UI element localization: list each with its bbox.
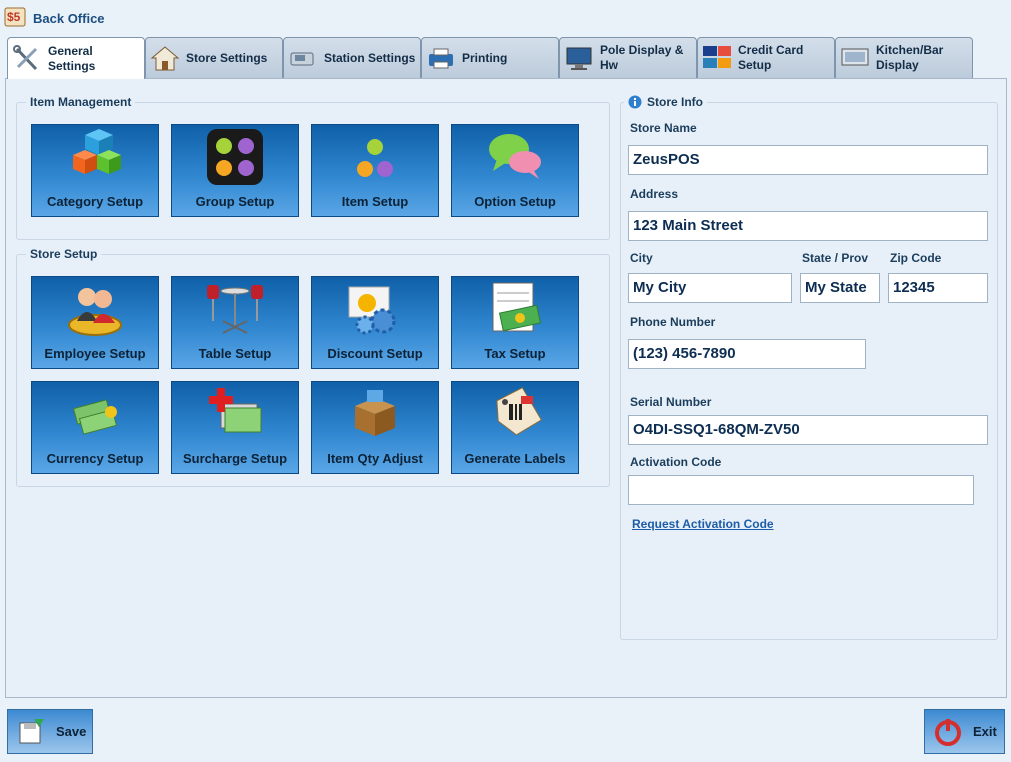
serial-field[interactable]: O4DI-SSQ1-68QM-ZV50	[628, 415, 988, 445]
exit-button[interactable]: Exit	[924, 709, 1005, 754]
app-logo-text: $5	[7, 10, 21, 24]
address-label: Address	[630, 187, 679, 201]
tile-label: Discount Setup	[327, 346, 423, 361]
discount-gears-icon	[348, 286, 396, 335]
tab-kitchen-bar-display[interactable]: Kitchen/Bar Display	[835, 37, 973, 78]
store-name-field[interactable]: ZeusPOS	[628, 145, 988, 175]
tile-label: Group Setup	[195, 194, 275, 209]
employees-icon	[68, 288, 122, 336]
app-title: Back Office	[33, 11, 105, 26]
save-icon	[19, 718, 44, 743]
store-setup-title: Store Setup	[26, 247, 102, 261]
power-icon	[935, 718, 961, 746]
employee-setup-button[interactable]: Employee Setup	[31, 276, 159, 369]
city-field[interactable]: My City	[628, 273, 792, 303]
tools-icon	[13, 44, 38, 70]
store-info-title: Store Info	[647, 95, 703, 109]
tile-label: Employee Setup	[44, 346, 146, 361]
tile-label: Category Setup	[46, 194, 144, 209]
state-field[interactable]: My State	[800, 273, 880, 303]
store-info-group	[620, 102, 998, 640]
exit-label: Exit	[973, 724, 997, 739]
tile-label: Surcharge Setup	[182, 451, 288, 466]
tab-label: Printing	[462, 50, 508, 65]
price-tag-icon	[496, 387, 543, 436]
tile-label: Currency Setup	[46, 451, 144, 466]
app-logo-icon: $5	[4, 7, 26, 27]
title-bar: $5 Back Office	[0, 0, 1011, 36]
city-label: City	[630, 251, 653, 265]
state-label: State / Prov	[802, 251, 869, 265]
tab-label: Kitchen/Bar Display	[876, 43, 944, 72]
category-setup-button[interactable]: Category Setup	[31, 124, 159, 217]
item-setup-button[interactable]: Item Setup	[311, 124, 439, 217]
tab-label: Pole Display & Hw	[600, 43, 684, 72]
station-icon	[290, 52, 314, 66]
tab-label: Store Settings	[186, 50, 268, 65]
tax-setup-button[interactable]: Tax Setup	[451, 276, 579, 369]
currency-icon	[72, 399, 118, 435]
dots-icon	[357, 139, 393, 177]
discount-setup-button[interactable]: Discount Setup	[311, 276, 439, 369]
group-setup-button[interactable]: Group Setup	[171, 124, 299, 217]
tab-general-settings[interactable]: General Settings	[7, 37, 145, 79]
activation-field[interactable]	[628, 475, 974, 505]
store-name-label: Store Name	[630, 121, 697, 135]
tile-label: Table Setup	[198, 346, 272, 361]
tab-station-settings[interactable]: Station Settings	[283, 37, 421, 78]
option-setup-button[interactable]: Option Setup	[451, 124, 579, 217]
cubes-icon	[73, 129, 121, 174]
tile-label: Generate Labels	[464, 451, 566, 466]
monitor-icon	[566, 47, 592, 70]
table-chairs-icon	[207, 285, 263, 334]
general-settings-panel: Item Management Category Setup Group Set…	[5, 78, 1007, 698]
activation-label: Activation Code	[630, 455, 722, 469]
tab-pole-display[interactable]: Pole Display & Hw	[559, 37, 697, 78]
table-setup-button[interactable]: Table Setup	[171, 276, 299, 369]
serial-label: Serial Number	[630, 395, 712, 409]
request-activation-link[interactable]: Request Activation Code	[632, 517, 774, 531]
chat-bubbles-icon	[489, 134, 541, 179]
printer-icon	[429, 48, 453, 69]
item-management-title: Item Management	[26, 95, 136, 109]
money-calendar-icon	[492, 282, 542, 332]
kitchen-display-icon	[841, 48, 869, 66]
credit-card-icon	[703, 46, 731, 68]
tab-label: Station Settings	[324, 50, 416, 65]
tab-store-settings[interactable]: Store Settings	[145, 37, 283, 78]
address-field[interactable]: 123 Main Street	[628, 211, 988, 241]
tile-label: Tax Setup	[484, 346, 546, 361]
save-button[interactable]: Save	[7, 709, 93, 754]
house-icon	[150, 46, 180, 71]
dots-grid-icon	[207, 129, 263, 185]
zip-field[interactable]: 12345	[888, 273, 988, 303]
tile-label: Option Setup	[474, 194, 556, 209]
info-icon	[628, 95, 642, 109]
zip-label: Zip Code	[890, 251, 942, 265]
tab-label: General Settings	[48, 43, 96, 73]
tile-label: Item Qty Adjust	[327, 451, 423, 466]
store-info-header: Store Info	[624, 95, 707, 109]
item-qty-adjust-button[interactable]: Item Qty Adjust	[311, 381, 439, 474]
phone-label: Phone Number	[630, 315, 716, 329]
surcharge-setup-button[interactable]: Surcharge Setup	[171, 381, 299, 474]
tab-label: Credit Card Setup	[738, 43, 804, 72]
phone-field[interactable]: (123) 456-7890	[628, 339, 866, 369]
currency-setup-button[interactable]: Currency Setup	[31, 381, 159, 474]
box-icon	[355, 390, 395, 436]
tab-printing[interactable]: Printing	[421, 37, 559, 78]
tab-credit-card-setup[interactable]: Credit Card Setup	[697, 37, 835, 78]
generate-labels-button[interactable]: Generate Labels	[451, 381, 579, 474]
save-label: Save	[56, 724, 87, 739]
tile-label: Item Setup	[341, 194, 409, 209]
surcharge-icon	[209, 388, 262, 433]
